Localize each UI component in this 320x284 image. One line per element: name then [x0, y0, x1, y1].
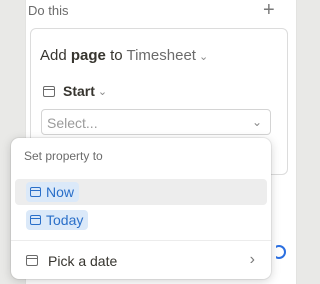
option-now[interactable]: Now: [15, 179, 267, 205]
chevron-down-icon: ⌄: [251, 115, 262, 129]
database-name: Timesheet: [126, 47, 196, 64]
action-preposition: to: [110, 47, 123, 64]
set-property-dropdown: Set property to Now Today Pick a date ›: [11, 138, 271, 279]
plus-icon[interactable]: +: [263, 0, 275, 22]
property-label: Start: [63, 83, 95, 99]
calendar-icon: [26, 255, 38, 266]
chevron-right-icon: ›: [249, 251, 255, 268]
option-chip: Now: [26, 182, 80, 202]
property-selector[interactable]: Start ⌄: [43, 83, 107, 99]
database-selector[interactable]: Timesheet ⌄: [126, 47, 208, 64]
divider: [11, 240, 271, 241]
value-select[interactable]: Select... ⌄: [41, 109, 271, 135]
action-verb: Add: [40, 47, 67, 64]
dropdown-heading: Set property to: [24, 149, 103, 163]
chevron-down-icon: ⌄: [198, 51, 209, 63]
calendar-icon: [43, 85, 55, 97]
action-summary: Add page to Timesheet ⌄: [40, 47, 208, 64]
calendar-icon: [30, 187, 41, 197]
option-label: Today: [46, 212, 84, 228]
option-label: Now: [46, 184, 75, 200]
action-object[interactable]: page: [71, 47, 106, 64]
panel-title: Do this: [28, 3, 69, 18]
option-today[interactable]: Today: [15, 207, 267, 233]
panel-header: Do this +: [26, 0, 296, 24]
pick-a-date-label: Pick a date: [48, 253, 118, 269]
select-placeholder: Select...: [47, 115, 98, 131]
option-chip: Today: [26, 210, 89, 230]
calendar-icon: [30, 215, 41, 225]
pick-a-date-option[interactable]: Pick a date ›: [15, 248, 267, 274]
chevron-down-icon: ⌄: [97, 85, 108, 98]
